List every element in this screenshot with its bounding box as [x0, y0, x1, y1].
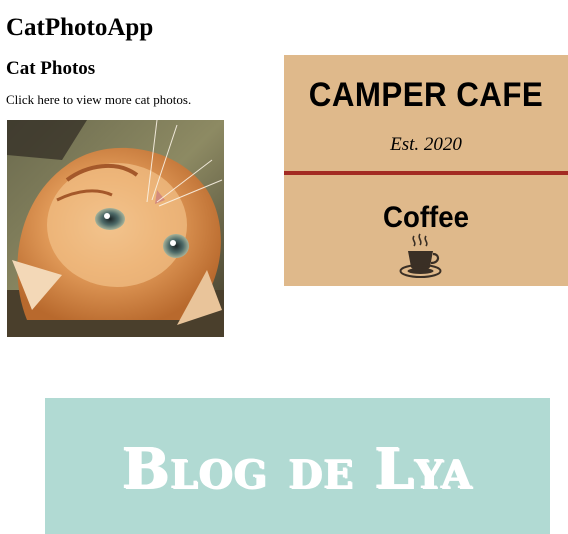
- cat-photos-intro: Click here to view more cat photos.: [6, 92, 192, 107]
- coffee-cup-icon: [399, 233, 443, 281]
- cat-photo: [7, 120, 224, 337]
- cat-photo-illustration: [7, 120, 224, 337]
- cafe-divider: [284, 171, 568, 175]
- cafe-menu-heading: Coffee: [383, 201, 469, 234]
- cat-photos-heading: Cat Photos: [6, 58, 96, 79]
- camper-cafe-card: CAMPER CAFE Est. 2020 Coffee: [284, 55, 568, 286]
- cafe-name: CAMPER CAFE: [308, 76, 544, 114]
- app-title: CatPhotoApp: [6, 14, 154, 41]
- cafe-established: Est. 2020: [390, 134, 462, 155]
- blog-title: Blog de Lya: [122, 436, 473, 502]
- blog-banner: Blog de Lya: [45, 398, 550, 534]
